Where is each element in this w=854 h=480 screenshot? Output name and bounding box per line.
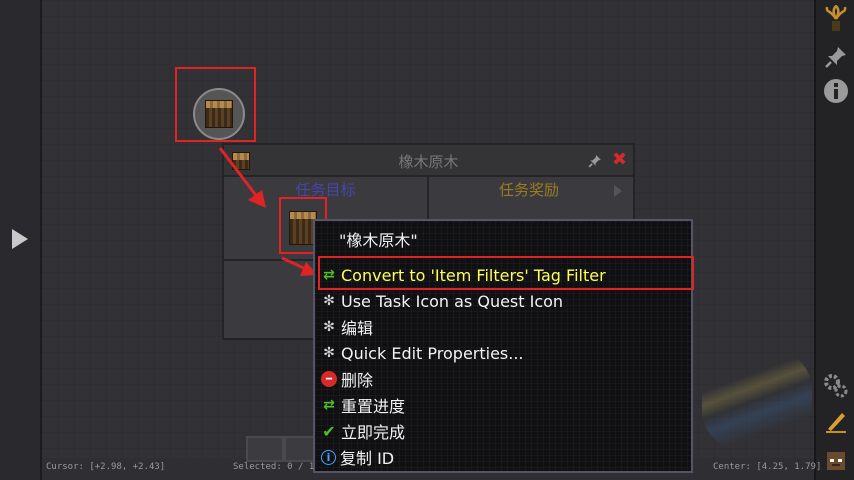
center-readout: Center: [4.25, 1.79] xyxy=(713,462,822,472)
menu-item-copy-id[interactable]: i 复制 ID xyxy=(321,445,394,469)
menu-item-use-task-icon[interactable]: ✻ Use Task Icon as Quest Icon xyxy=(321,289,563,313)
menu-item-reset-progress[interactable]: ⇄ 重置进度 xyxy=(321,393,405,417)
check-icon: ✔ xyxy=(322,421,336,441)
selected-readout: Selected: 0 / 1 xyxy=(233,462,315,472)
gear-icon: ✻ xyxy=(323,293,335,309)
gear-icon: ✻ xyxy=(323,319,335,335)
convert-icon: ⇄ xyxy=(323,267,335,283)
delete-icon: ━ xyxy=(321,371,337,387)
arrow-head xyxy=(248,190,266,208)
gear-icon: ✻ xyxy=(323,345,335,361)
menu-item-complete-now[interactable]: ✔ 立即完成 xyxy=(321,419,405,443)
cursor-readout: Cursor: [+2.98, +2.43] xyxy=(46,462,166,472)
menu-title: "橡木原木" xyxy=(339,231,418,250)
menu-item-convert-tag-filter[interactable]: ⇄ Convert to 'Item Filters' Tag Filter xyxy=(321,263,606,287)
menu-item-edit[interactable]: ✻ 编辑 xyxy=(321,315,373,339)
menu-item-quick-edit[interactable]: ✻ Quick Edit Properties... xyxy=(321,341,523,365)
menu-item-delete[interactable]: ━ 删除 xyxy=(321,367,373,391)
reset-icon: ⇄ xyxy=(323,397,335,413)
context-menu: "橡木原木" ⇄ Convert to 'Item Filters' Tag F… xyxy=(313,219,693,473)
arrow-line xyxy=(218,147,260,199)
info-icon: i xyxy=(321,449,336,465)
